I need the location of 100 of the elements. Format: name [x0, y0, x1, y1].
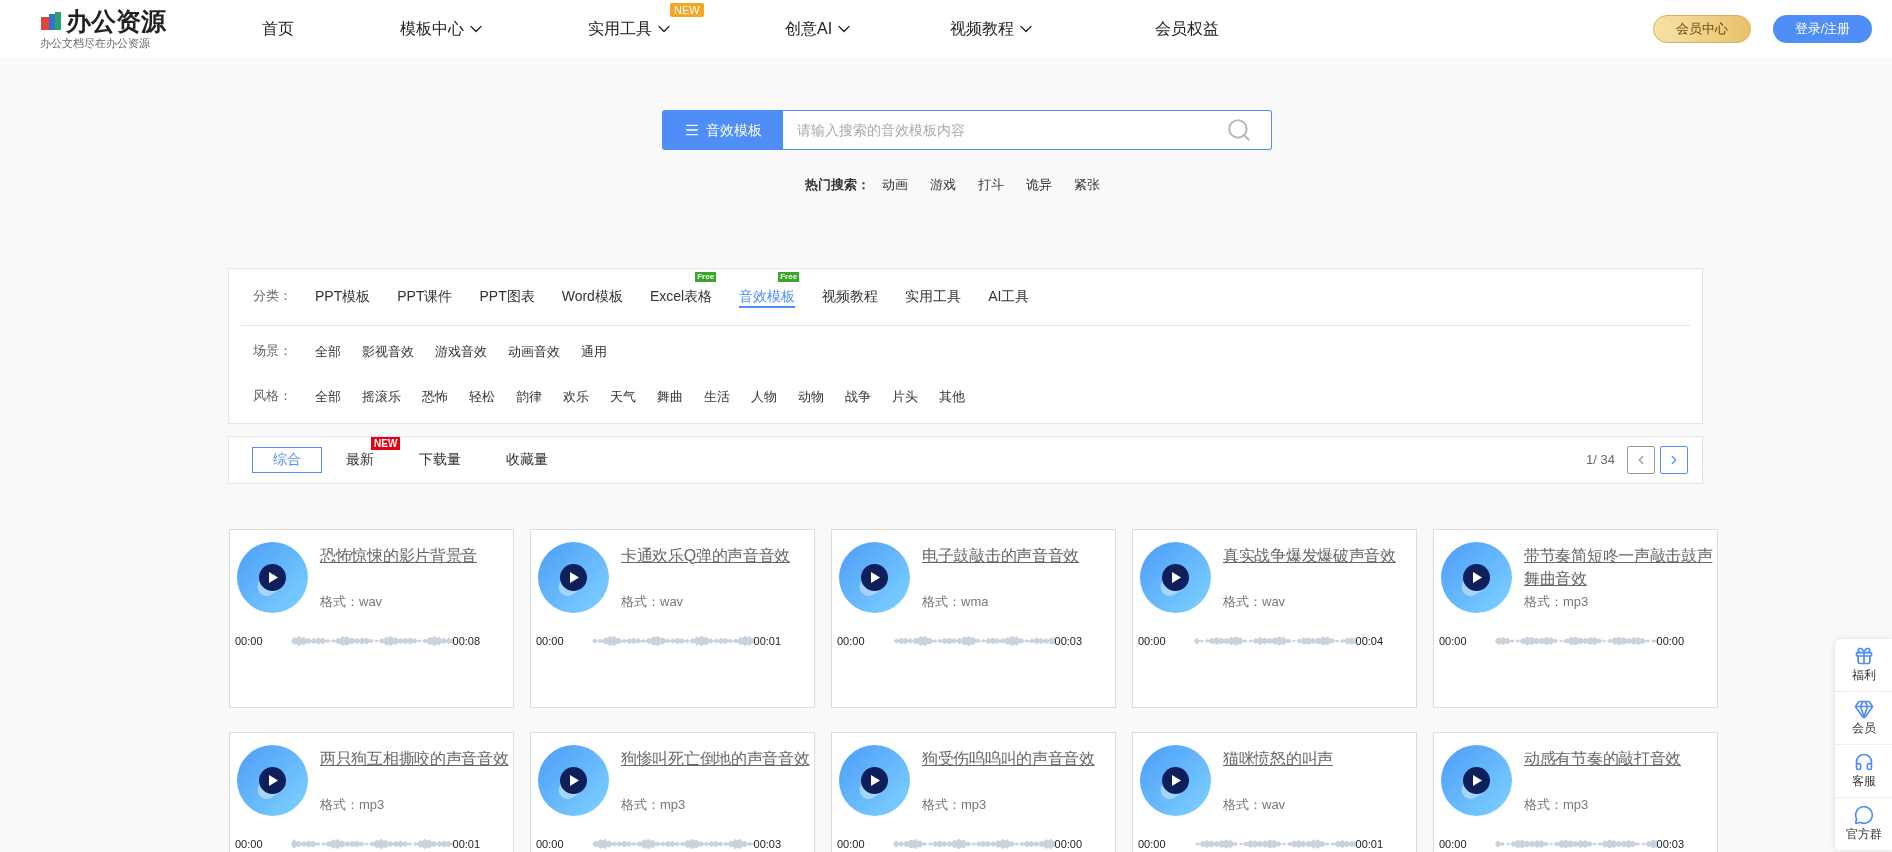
filter-option[interactable]: 影视音效: [362, 343, 414, 363]
start-time: 00:00: [1439, 836, 1467, 852]
format-label: 格式：wav: [621, 593, 685, 611]
filter-option[interactable]: 生活: [704, 388, 730, 408]
sound-title[interactable]: 狗受伤呜呜叫的声音音效: [922, 746, 1095, 770]
filter-label: 分类：: [253, 286, 293, 305]
start-time: 00:00: [1138, 633, 1166, 649]
sound-title[interactable]: 猫咪愤怒的叫声: [1223, 746, 1333, 770]
sound-card[interactable]: 动感有节奏的敲打音效 格式：mp3 00:00 00:03: [1433, 731, 1718, 852]
logo-tagline: 办公文档尽在办公资源: [40, 35, 151, 50]
start-time: 00:00: [536, 836, 564, 852]
filter-option[interactable]: 轻松: [469, 388, 495, 408]
hot-search-link[interactable]: 诡异: [1025, 175, 1052, 195]
nav-link[interactable]: 会员权益: [1155, 17, 1219, 41]
filter-option[interactable]: 其他: [939, 388, 965, 408]
nav-link[interactable]: 实用工具: [588, 17, 674, 41]
filter-option[interactable]: 全部: [315, 343, 341, 363]
filter-option[interactable]: 摇滚乐: [362, 388, 401, 408]
hot-search-link[interactable]: 动画: [881, 175, 908, 195]
filter-option[interactable]: 游戏音效: [435, 343, 487, 363]
format-label: 格式：mp3: [1524, 796, 1590, 814]
filter-option[interactable]: 战争: [845, 388, 871, 408]
start-time: 00:00: [837, 633, 865, 649]
sort-tab[interactable]: 下载量: [398, 446, 482, 473]
filter-option[interactable]: 动画音效: [508, 343, 560, 363]
next-page-button[interactable]: [1660, 445, 1688, 474]
filter-option[interactable]: 通用: [581, 343, 607, 363]
filter-option[interactable]: 实用工具: [905, 287, 962, 308]
chat-icon: [1853, 805, 1874, 825]
nav-link[interactable]: 创意AI: [785, 17, 855, 41]
nav-link[interactable]: 视频教程: [950, 17, 1036, 41]
filter-option[interactable]: PPT模板: [315, 287, 371, 308]
sound-card[interactable]: 卡通欢乐Q弹的声音音效 格式：wav 00:00 00:01: [530, 528, 815, 708]
sound-title[interactable]: 带节奏简短咚一声敲击鼓声舞曲音效: [1524, 543, 1716, 590]
search-field[interactable]: 请输入搜索的音效模板内容: [783, 110, 1272, 150]
sound-title[interactable]: 真实战争爆发爆破声音效: [1223, 543, 1396, 567]
filter-option[interactable]: 视频教程: [822, 287, 879, 308]
sound-card[interactable]: 猫咪愤怒的叫声 格式：wav 00:00 00:01: [1132, 731, 1417, 852]
free-badge: Free: [695, 271, 717, 282]
start-time: 00:00: [536, 633, 564, 649]
end-time: 00:03: [753, 836, 782, 852]
free-badge: Free: [778, 271, 800, 282]
sort-tab[interactable]: 收藏量: [485, 446, 569, 473]
end-time: 00:01: [753, 633, 782, 649]
sound-card[interactable]: 带节奏简短咚一声敲击鼓声舞曲音效 格式：mp3 00:00 00:00: [1433, 528, 1718, 708]
side-panel-item[interactable]: 福利: [1835, 639, 1892, 692]
filter-option[interactable]: 全部: [315, 388, 341, 408]
format-label: 格式：mp3: [1524, 593, 1590, 611]
vip-center-button[interactable]: 会员中心: [1653, 15, 1751, 43]
format-label: 格式：wav: [1223, 593, 1287, 611]
gift-icon: [1853, 646, 1874, 666]
sound-card[interactable]: 狗惨叫死亡倒地的声音音效 格式：mp3 00:00 00:03: [530, 731, 815, 852]
format-label: 格式：mp3: [320, 796, 386, 814]
filter-label: 场景：: [253, 341, 293, 360]
start-time: 00:00: [1138, 836, 1166, 852]
sound-card[interactable]: 真实战争爆发爆破声音效 格式：wav 00:00 00:04: [1132, 528, 1417, 708]
format-label: 格式：wma: [922, 593, 990, 611]
nav-link[interactable]: 模板中心: [400, 17, 486, 41]
hot-search-link[interactable]: 紧张: [1073, 175, 1100, 195]
sound-title[interactable]: 两只狗互相撕咬的声音音效: [320, 746, 509, 770]
side-panel-item[interactable]: 客服: [1835, 745, 1892, 798]
filter-option[interactable]: 片头: [892, 388, 918, 408]
filter-option[interactable]: AI工具: [988, 287, 1030, 308]
new-badge: NEW: [371, 436, 401, 450]
filter-option[interactable]: PPT课件: [397, 287, 453, 308]
start-time: 00:00: [837, 836, 865, 852]
filter-option[interactable]: 恐怖: [422, 388, 448, 408]
menu-icon: [683, 122, 700, 138]
hot-search-link[interactable]: 打斗: [977, 175, 1004, 195]
sound-card[interactable]: 恐怖惊悚的影片背景音 格式：wav 00:00 00:08: [229, 528, 514, 708]
books-logo-icon: [40, 11, 62, 31]
start-time: 00:00: [235, 633, 263, 649]
nav-link[interactable]: 首页: [262, 17, 294, 41]
headset-icon: [1853, 752, 1874, 772]
sound-title[interactable]: 狗惨叫死亡倒地的声音音效: [621, 746, 810, 770]
sound-card[interactable]: 狗受伤呜呜叫的声音音效 格式：mp3 00:00 00:00: [831, 731, 1116, 852]
sound-title[interactable]: 电子鼓敲击的声音音效: [922, 543, 1079, 567]
sound-card[interactable]: 电子鼓敲击的声音音效 格式：wma 00:00 00:03: [831, 528, 1116, 708]
filter-option[interactable]: Word模板: [561, 287, 623, 308]
filter-option[interactable]: 舞曲: [657, 388, 683, 408]
filter-option[interactable]: 人物: [751, 388, 777, 408]
hot-search-link[interactable]: 游戏: [929, 175, 956, 195]
format-label: 格式：wav: [1223, 796, 1287, 814]
format-label: 格式：mp3: [922, 796, 988, 814]
sound-title[interactable]: 动感有节奏的敲打音效: [1524, 746, 1681, 770]
start-time: 00:00: [235, 836, 263, 852]
filter-option[interactable]: 天气: [610, 388, 636, 408]
sound-title[interactable]: 恐怖惊悚的影片背景音: [320, 543, 477, 567]
end-time: 00:01: [1355, 836, 1384, 852]
sound-title[interactable]: 卡通欢乐Q弹的声音音效: [621, 543, 791, 567]
filter-option[interactable]: Excel表格: [649, 287, 713, 308]
page-counter: 1/ 34: [1586, 450, 1615, 469]
sound-card[interactable]: 两只狗互相撕咬的声音音效 格式：mp3 00:00 00:01: [229, 731, 514, 852]
side-panel-item[interactable]: 会员: [1835, 692, 1892, 745]
filter-option[interactable]: 韵律: [516, 388, 542, 408]
filter-option[interactable]: 动物: [798, 388, 824, 408]
side-panel-item[interactable]: 官方群: [1835, 798, 1892, 851]
filter-option[interactable]: 欢乐: [563, 388, 589, 408]
filter-option[interactable]: PPT图表: [479, 287, 535, 308]
logo-name[interactable]: 办公资源: [66, 8, 166, 34]
